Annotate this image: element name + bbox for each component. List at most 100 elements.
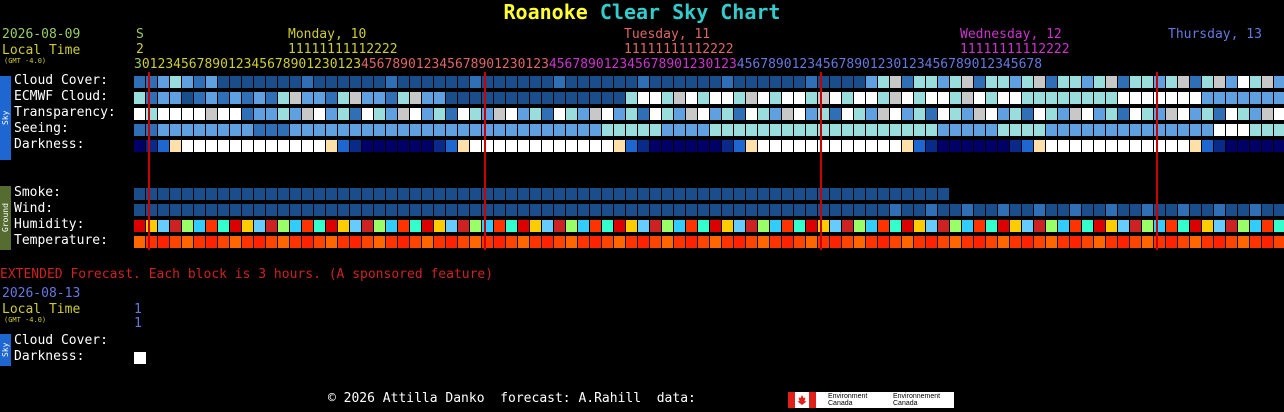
darkness-cell [422,140,433,152]
smoke-cell [386,188,397,200]
darkness-cell [170,140,181,152]
ecmwf-cloud-cell [926,92,937,104]
seeing-cell [878,124,889,136]
smoke-cell [854,188,865,200]
cloud-cover-cell [1034,76,1045,88]
temperature-cell [470,236,481,248]
cloud-cover-cell [1022,76,1033,88]
temperature-cell [170,236,181,248]
darkness-cell [686,140,697,152]
darkness-cell [518,140,529,152]
wind-cell [614,204,625,216]
transparency-cell [1238,108,1249,120]
cloud-cover-cell [542,76,553,88]
temperature-cell [770,236,781,248]
ecmwf-cloud-cell [506,92,517,104]
smoke-cell [614,188,625,200]
humidity-cell [254,220,265,232]
environment-canada-logo[interactable]: Environment Canada Environnement Canada [788,392,954,408]
darkness-cell [386,140,397,152]
temperature-cell [218,236,229,248]
cloud-cover-cell [374,76,385,88]
transparency-cell [914,108,925,120]
temperature-cell [590,236,601,248]
seeing-cell [230,124,241,136]
transparency-cell [1070,108,1081,120]
transparency-cell [326,108,337,120]
humidity-cell [830,220,841,232]
darkness-cell [746,140,757,152]
humidity-cell [938,220,949,232]
humidity-cell [854,220,865,232]
transparency-cell [950,108,961,120]
darkness-cell [1082,140,1093,152]
temperature-cell [578,236,589,248]
logo-text-english: Environment Canada [828,393,868,407]
ecmwf-cloud-cell [1238,92,1249,104]
seeing-cell [158,124,169,136]
humidity-cell [710,220,721,232]
smoke-cell [314,188,325,200]
wind-cell [1046,204,1057,216]
wind-cell [242,204,253,216]
humidity-cell [1022,220,1033,232]
humidity-cell [326,220,337,232]
darkness-cell [638,140,649,152]
temperature-cell [674,236,685,248]
wind-cell [1082,204,1093,216]
wind-cell [866,204,877,216]
ecmwf-cloud-cell [614,92,625,104]
temperature-cell [1226,236,1237,248]
seeing-cell [542,124,553,136]
humidity-cell [914,220,925,232]
smoke-cell [650,188,661,200]
cloud-cover-cell [686,76,697,88]
seeing-cell [218,124,229,136]
midnight-line [820,72,822,250]
smoke-cell [338,188,349,200]
wind-cell [182,204,193,216]
ecmwf-cloud-cell [554,92,565,104]
temperature-cell [266,236,277,248]
temperature-cell [1202,236,1213,248]
humidity-cell [398,220,409,232]
transparency-cell [170,108,181,120]
temperature-cell [1058,236,1069,248]
humidity-cell [626,220,637,232]
seeing-cell [578,124,589,136]
darkness-cell [938,140,949,152]
cloud-cover-cell [494,76,505,88]
darkness-cell [326,140,337,152]
cloud-cover-cell [758,76,769,88]
extended-notice: EXTENDED Forecast. Each block is 3 hours… [0,267,494,282]
transparency-cell [1118,108,1129,120]
wind-cell [674,204,685,216]
darkness-cell [854,140,865,152]
darkness-cell [962,140,973,152]
humidity-cell [350,220,361,232]
transparency-cell [410,108,421,120]
cloud-cover-cell [170,76,181,88]
darkness-cell [1202,140,1213,152]
temperature-cell [254,236,265,248]
cloud-cover-cell [662,76,673,88]
ecmwf-cloud-cell [626,92,637,104]
transparency-cell [542,108,553,120]
wind-cell [398,204,409,216]
transparency-cell [230,108,241,120]
cloud-cover-cell [614,76,625,88]
wind-cell [806,204,817,216]
temperature-cell [422,236,433,248]
wind-cell [230,204,241,216]
seeing-cell [1082,124,1093,136]
darkness-cell [182,140,193,152]
transparency-cell [938,108,949,120]
ecmwf-cloud-cell [242,92,253,104]
temperature-cell [878,236,889,248]
seeing-cell [326,124,337,136]
cloud-cover-cell [1082,76,1093,88]
transparency-cell [1058,108,1069,120]
temperature-cell [386,236,397,248]
wind-cell [782,204,793,216]
seeing-cell [1250,124,1261,136]
